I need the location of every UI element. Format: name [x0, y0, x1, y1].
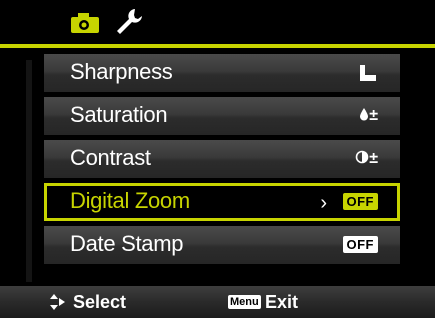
menu-item-label: Contrast	[70, 145, 151, 170]
off-badge: OFF	[342, 193, 378, 210]
saturation-plusminus: ±	[369, 107, 378, 124]
saturation-value: ±	[359, 107, 378, 125]
contrast-value: ±	[355, 150, 378, 168]
digital-zoom-value: OFF	[342, 193, 378, 211]
submenu-arrow: ›	[320, 192, 327, 214]
contrast-icon	[355, 150, 369, 164]
menu-key-icon: Menu	[228, 295, 261, 309]
sharpness-icon	[358, 64, 378, 87]
camera-icon[interactable]	[70, 12, 100, 34]
wrench-icon[interactable]	[113, 6, 145, 38]
settings-menu: Sharpness Saturation ± Contrast ± Digita…	[44, 54, 400, 269]
saturation-icon	[360, 108, 369, 121]
menu-item-label: Sharpness	[70, 59, 173, 84]
menu-item-digital-zoom[interactable]: Digital Zoom › OFF	[44, 183, 400, 221]
scroll-track[interactable]	[26, 60, 32, 282]
header-divider	[0, 44, 435, 48]
menu-item-date-stamp[interactable]: Date Stamp OFF	[44, 226, 400, 264]
exit-hint: Exit	[265, 292, 299, 312]
menu-item-sharpness[interactable]: Sharpness	[44, 54, 400, 92]
menu-item-label: Digital Zoom	[70, 188, 190, 213]
menu-item-saturation[interactable]: Saturation ±	[44, 97, 400, 135]
up-down-arrow-icon	[48, 292, 68, 317]
menu-item-label: Saturation	[70, 102, 168, 127]
date-stamp-value: OFF	[342, 236, 378, 254]
off-badge: OFF	[342, 236, 378, 253]
contrast-plusminus: ±	[369, 150, 378, 167]
left-rail	[0, 48, 22, 288]
footer-bar: Select Menu Exit	[0, 286, 435, 318]
camera-menu-screen: Sharpness Saturation ± Contrast ± Digita…	[0, 0, 435, 318]
menu-item-contrast[interactable]: Contrast ±	[44, 140, 400, 178]
select-hint: Select	[73, 292, 127, 312]
menu-tabs	[0, 0, 435, 44]
menu-item-label: Date Stamp	[70, 231, 184, 256]
